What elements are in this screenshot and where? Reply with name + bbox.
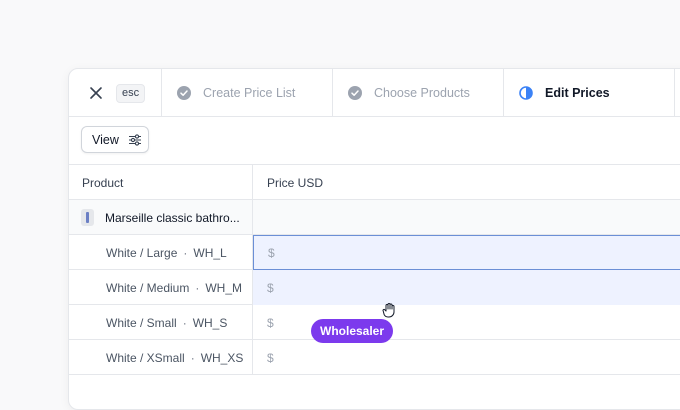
check-circle-icon xyxy=(177,85,191,100)
variant-sku: WH_XS xyxy=(200,350,244,365)
close-area: esc xyxy=(69,69,162,116)
toolbar: View xyxy=(69,117,680,165)
column-header-price: Price USD xyxy=(267,175,324,190)
view-button[interactable]: View xyxy=(81,126,149,153)
table-row: White / Large · WH_L $ xyxy=(69,235,680,270)
sliders-icon xyxy=(128,133,141,146)
variant-name: White / Medium xyxy=(106,280,190,295)
step-label: Edit Prices xyxy=(545,85,610,100)
price-list-modal: esc Create Price List Choose Products Ed… xyxy=(68,68,680,410)
variant-sku: WH_L xyxy=(193,245,227,260)
table-header: Product Price USD xyxy=(69,165,680,200)
variant-name: White / XSmall xyxy=(106,350,185,365)
price-cell xyxy=(253,200,680,235)
product-group-row: Marseille classic bathro... xyxy=(69,200,680,235)
separator: · xyxy=(183,245,188,260)
esc-shortcut-badge: esc xyxy=(116,84,146,103)
column-header-product: Product xyxy=(69,165,253,200)
price-input[interactable]: $ xyxy=(253,340,680,375)
variant-cell: White / Small · WH_S xyxy=(69,305,253,340)
close-icon[interactable] xyxy=(88,85,104,101)
variant-sku: WH_S xyxy=(192,315,228,330)
grab-hand-cursor-icon xyxy=(382,303,395,318)
table-row: White / Medium · WH_M $ xyxy=(69,270,680,305)
variant-name: White / Small xyxy=(106,315,177,330)
price-input[interactable]: $ xyxy=(253,235,680,270)
variant-name: White / Large xyxy=(106,245,178,260)
separator: · xyxy=(195,280,200,295)
separator: · xyxy=(190,350,195,365)
step-edit-prices[interactable]: Edit Prices xyxy=(504,69,675,116)
view-button-label: View xyxy=(92,132,119,147)
step-choose-products[interactable]: Choose Products xyxy=(333,69,504,116)
product-name: Marseille classic bathro... xyxy=(105,210,240,225)
variant-cell: White / Medium · WH_M xyxy=(69,270,253,305)
separator: · xyxy=(182,315,187,330)
product-thumbnail xyxy=(81,209,94,226)
product-cell: Marseille classic bathro... xyxy=(69,200,253,235)
variant-cell: White / Large · WH_L xyxy=(69,235,253,270)
variant-sku: WH_M xyxy=(205,280,243,295)
check-circle-icon xyxy=(348,85,362,100)
table-row: White / XSmall · WH_XS $ xyxy=(69,340,680,375)
price-input[interactable]: $ xyxy=(253,270,680,305)
step-label: Choose Products xyxy=(374,85,470,100)
half-circle-progress-icon xyxy=(519,85,533,100)
step-label: Create Price List xyxy=(203,85,296,100)
step-header: esc Create Price List Choose Products Ed… xyxy=(69,69,680,117)
step-create-price-list[interactable]: Create Price List xyxy=(162,69,333,116)
collaborator-tag: Wholesaler xyxy=(311,319,394,343)
variant-cell: White / XSmall · WH_XS xyxy=(69,340,253,375)
